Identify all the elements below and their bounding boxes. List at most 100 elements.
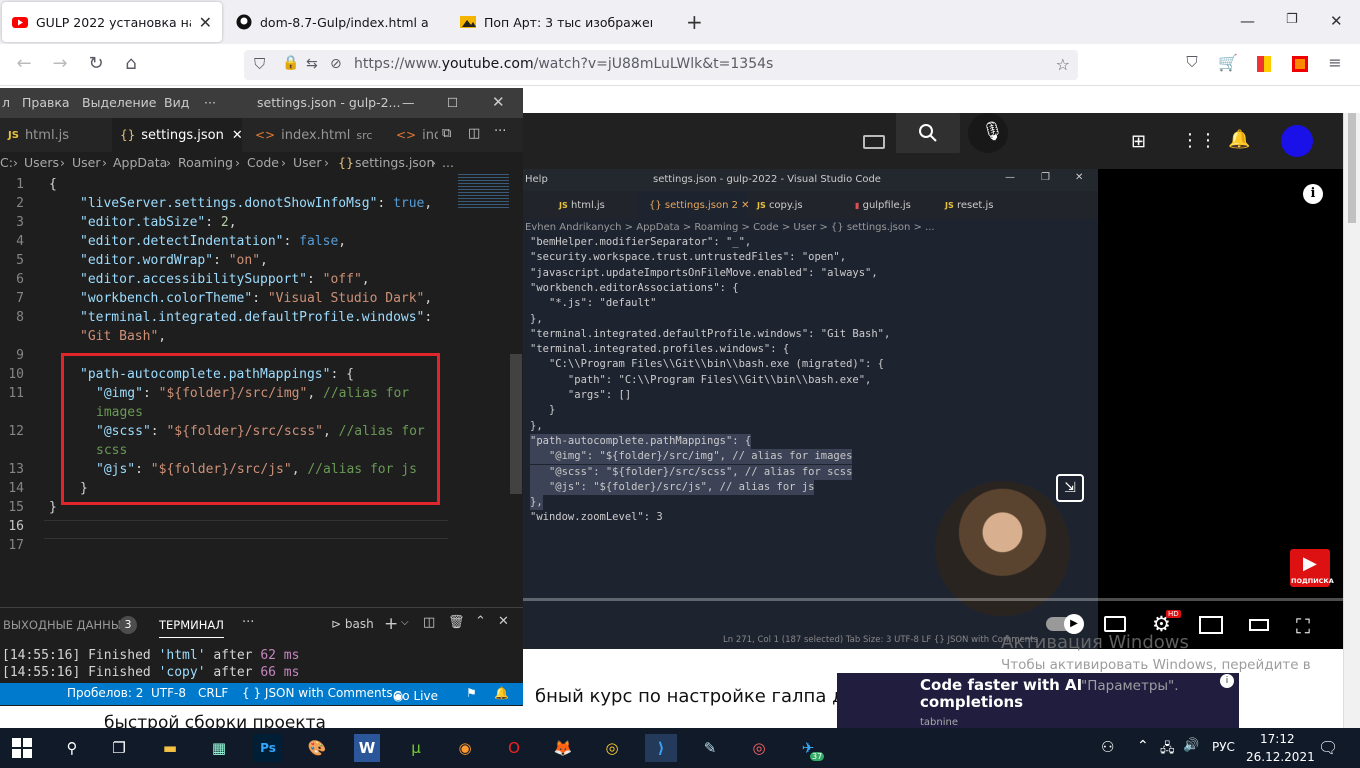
browser-tab-popart[interactable]: Поп Арт: 3 тыс изображений [450,0,672,44]
terminal-shell-selector[interactable]: ⊳ bash [331,617,374,631]
vscode-icon[interactable]: ⟩ [645,734,677,762]
shield-icon[interactable]: ⛉ [254,55,265,73]
split-editor-icon[interactable]: ◫ [468,126,480,141]
close-panel-icon[interactable]: ✕ [498,614,509,629]
cart-icon[interactable]: 🛒 [1216,53,1240,72]
notepad-icon[interactable]: ✎ [694,734,726,762]
crumb[interactable]: C: [0,155,13,170]
ad-info-icon[interactable]: i [1220,674,1234,688]
subscribe-watermark[interactable]: ▶ ПОДПИСКА [1290,549,1334,587]
code-line[interactable]: "editor.tabSize": 2, [80,215,237,230]
file-explorer-icon[interactable]: ▬ [154,734,186,762]
menu-edit[interactable]: Правка [22,95,70,110]
crumb[interactable]: Roaming [178,155,233,170]
notifications-icon[interactable]: 🗨 [1318,738,1338,757]
theater-mode-icon[interactable] [1249,619,1269,631]
panel-tab-output[interactable]: ВЫХОДНЫЕ ДАННЫЕ [3,618,128,632]
clock-time[interactable]: 17:12 [1260,732,1295,746]
editor-more-icon[interactable]: ··· [494,124,506,139]
home-icon[interactable]: ⌂ [119,53,143,74]
people-icon[interactable]: ⚇ [1101,738,1114,756]
restore-icon[interactable]: ❐ [1286,12,1298,27]
minimize-icon[interactable]: — [1240,12,1255,30]
crumb[interactable]: User [72,155,101,170]
create-video-icon[interactable]: ⊞ [1131,131,1146,152]
minimize-player-icon[interactable]: ⇲ [1056,474,1084,502]
video-player[interactable]: Help settings.json - gulp-2022 - Visual … [523,169,1343,649]
editor-tab-index-html[interactable]: <> index.html src [247,118,383,152]
calculator-icon[interactable]: ▦ [203,734,235,762]
panel-tab-terminal[interactable]: ТЕРМИНАЛ [159,618,224,638]
maximize-panel-icon[interactable]: ⌃ [475,614,486,629]
menu-file[interactable]: л [2,95,10,110]
minimap[interactable] [458,174,510,210]
status-encoding[interactable]: UTF-8 [151,686,186,700]
url-bar[interactable]: ⛉ 🔒 ⇆ ⊘ https://www.youtube.com/watch?v=… [244,50,1078,80]
firefox-icon[interactable]: 🦊 [547,734,579,762]
code-line[interactable]: "editor.wordWrap": "on", [80,253,268,268]
miniplayer-icon[interactable] [1199,616,1223,634]
code-line[interactable]: "editor.detectIndentation": false, [80,234,346,249]
crumb[interactable]: Code [247,155,279,170]
notifications-icon[interactable]: 🔔 [1228,129,1250,150]
avatar[interactable] [1281,125,1313,157]
chrome-icon[interactable]: ◎ [596,734,628,762]
photoshop-icon[interactable]: Ps [254,734,282,762]
panel-more-icon[interactable]: ··· [242,615,254,630]
reload-icon[interactable]: ↻ [84,53,108,74]
language-indicator[interactable]: РУС [1212,740,1235,754]
menu-view[interactable]: Вид [164,95,189,110]
autoplay-toggle[interactable]: ▶ [1046,614,1084,634]
editor-scrollbar[interactable] [509,174,523,604]
search-button[interactable] [896,113,960,153]
close-tab-icon[interactable]: ✕ [232,128,243,143]
network-icon[interactable]: 🖧 [1160,739,1175,761]
ad-banner[interactable]: Code faster with AI completions tabnine … [837,673,1239,728]
status-language[interactable]: { } JSON with Comments [242,686,393,700]
terminal-line[interactable]: [14:55:16] Finished 'html' after 62 ms [2,648,299,663]
extension-flag-icon[interactable] [1257,56,1271,72]
lock-icon[interactable]: 🔒 [282,55,299,71]
crumb[interactable]: AppData [113,155,167,170]
code-line[interactable]: "liveServer.settings.donotShowInfoMsg": … [80,196,432,211]
vscode-maximize-icon[interactable]: ☐ [447,95,458,110]
crumb[interactable]: Users [24,155,59,170]
code-line[interactable]: "workbench.colorTheme": "Visual Studio D… [80,291,432,306]
extension-icon[interactable] [1292,56,1308,72]
keyboard-icon[interactable] [863,135,885,149]
tray-chevron-icon[interactable]: ⌃ [1137,738,1149,754]
code-line[interactable]: "editor.accessibilitySupport": "off", [80,272,370,287]
crumb[interactable]: User [293,155,322,170]
page-scrollbar[interactable] [1343,113,1360,728]
bookmark-star-icon[interactable]: ☆ [1056,55,1070,74]
utorrent-icon[interactable]: μ [400,734,432,762]
opera-icon[interactable]: O [498,734,530,762]
close-window-icon[interactable]: ✕ [1330,12,1343,30]
word-icon[interactable]: W [354,734,380,762]
progress-bar[interactable] [523,598,1343,601]
info-icon[interactable]: i [1303,184,1323,204]
url-text[interactable]: https://www.youtube.com/watch?v=jU88mLuL… [354,56,773,72]
bell-icon[interactable]: 🔔 [494,686,509,700]
code-line[interactable]: "Git Bash", [80,329,166,344]
editor-tab-html-js[interactable]: JS html.js [0,118,108,152]
chromium-icon[interactable]: ◉ [449,734,481,762]
autoplay-blocked-icon[interactable]: ⊘ [330,56,342,72]
close-tab-icon[interactable]: ✕ [199,13,212,32]
crumb[interactable]: settings.json [355,155,434,170]
chrome-profile-icon[interactable]: ◎ [743,734,775,762]
editor-tab-index-html-2[interactable]: <> ind [388,118,442,152]
forward-icon[interactable]: → [48,53,72,74]
permissions-icon[interactable]: ⇆ [306,56,318,72]
feedback-icon[interactable]: ⚑ [466,686,477,700]
voice-search-button[interactable]: 🎙 [968,113,1008,153]
paint-icon[interactable]: 🎨 [301,734,333,762]
start-button[interactable] [6,734,38,762]
status-indentation[interactable]: Пробелов: 2 [67,686,143,700]
back-icon[interactable]: ← [12,53,36,74]
clock-date[interactable]: 26.12.2021 [1246,750,1315,764]
fullscreen-icon[interactable]: ⛶ [1296,614,1310,638]
code-line[interactable]: } [49,500,57,515]
menu-more[interactable]: ··· [204,95,216,110]
code-line[interactable]: { [49,177,57,192]
